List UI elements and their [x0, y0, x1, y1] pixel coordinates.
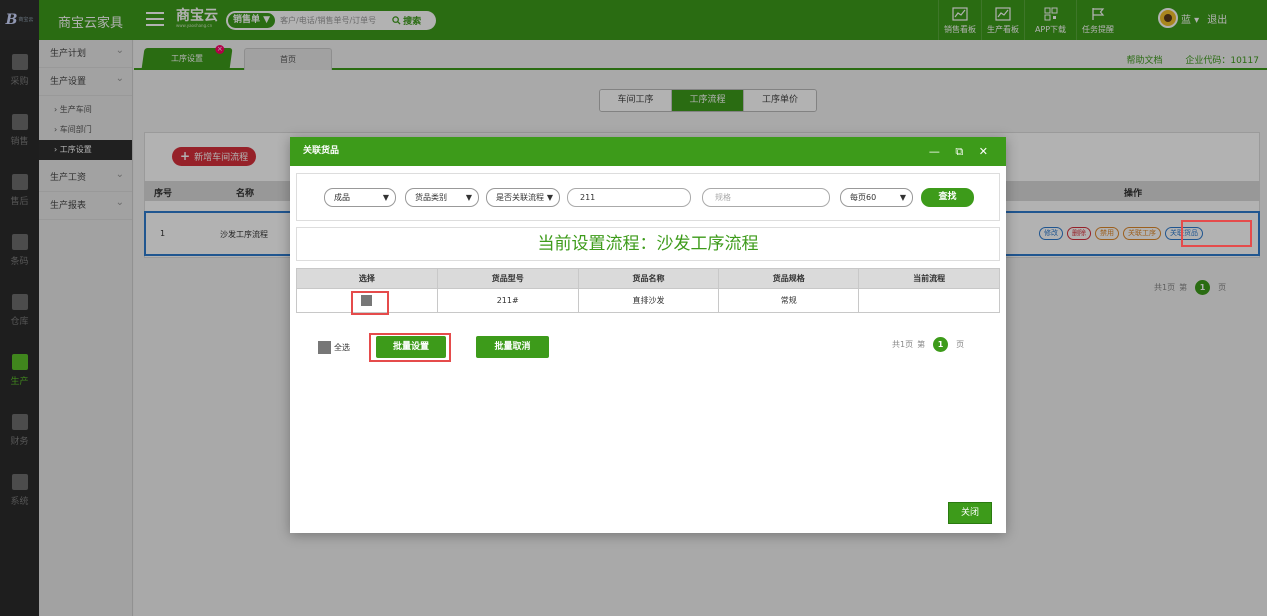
cell-model: 211# [436, 288, 579, 313]
dialog-header: 关联货品 — ⧉ ✕ [290, 137, 1006, 166]
header-current-flow: 当前流程 [858, 268, 1000, 289]
select-all-label: 全选 [334, 343, 350, 352]
header-spec: 货品规格 [718, 268, 860, 289]
close-button[interactable]: 关闭 [948, 502, 992, 524]
select-all[interactable]: 全选 [318, 341, 350, 354]
goods-table: 选择 货品型号 货品名称 货品规格 当前流程 211# 直排沙发 常规 [296, 268, 1000, 313]
dialog-window-controls[interactable]: — ⧉ ✕ [929, 137, 994, 166]
page-size-select[interactable]: 每页60 [840, 188, 913, 207]
goods-type-select[interactable]: 货品类别 [405, 188, 479, 207]
pager-current[interactable]: 1 [933, 337, 949, 352]
pager-suffix: 页 [956, 340, 965, 349]
current-flow-title: 当前设置流程：沙发工序流程 [296, 227, 1000, 261]
pager-prefix: 第 [917, 340, 926, 349]
link-goods-dialog: 关联货品 — ⧉ ✕ 成品 货品类别 是否关联流程 211 规格 每页60 查找… [290, 137, 1006, 533]
batch-cancel-button[interactable]: 批量取消 [476, 336, 549, 358]
filter-bar: 成品 货品类别 是否关联流程 211 规格 每页60 查找 [296, 173, 1000, 221]
cell-spec: 常规 [718, 288, 860, 313]
keyword-input[interactable]: 211 [567, 188, 691, 207]
cell-current-flow [858, 288, 1000, 313]
find-button[interactable]: 查找 [921, 188, 974, 207]
table-row[interactable]: 211# 直排沙发 常规 [296, 288, 1000, 313]
highlight-link-goods [1181, 220, 1252, 247]
spec-input[interactable]: 规格 [702, 188, 830, 207]
header-model: 货品型号 [436, 268, 579, 289]
select-all-checkbox[interactable] [318, 341, 331, 354]
cell-goods-name: 直排沙发 [577, 288, 720, 313]
linked-flow-select[interactable]: 是否关联流程 [486, 188, 560, 207]
header-select: 选择 [296, 268, 438, 289]
highlight-row-checkbox [351, 291, 389, 315]
pager-total: 共1页 [892, 340, 914, 349]
dialog-title: 关联货品 [303, 146, 340, 156]
highlight-batch-set [369, 333, 451, 362]
dialog-pager: 共1页 第 1 页 [892, 337, 964, 352]
category-select[interactable]: 成品 [324, 188, 396, 207]
header-goods-name: 货品名称 [577, 268, 720, 289]
